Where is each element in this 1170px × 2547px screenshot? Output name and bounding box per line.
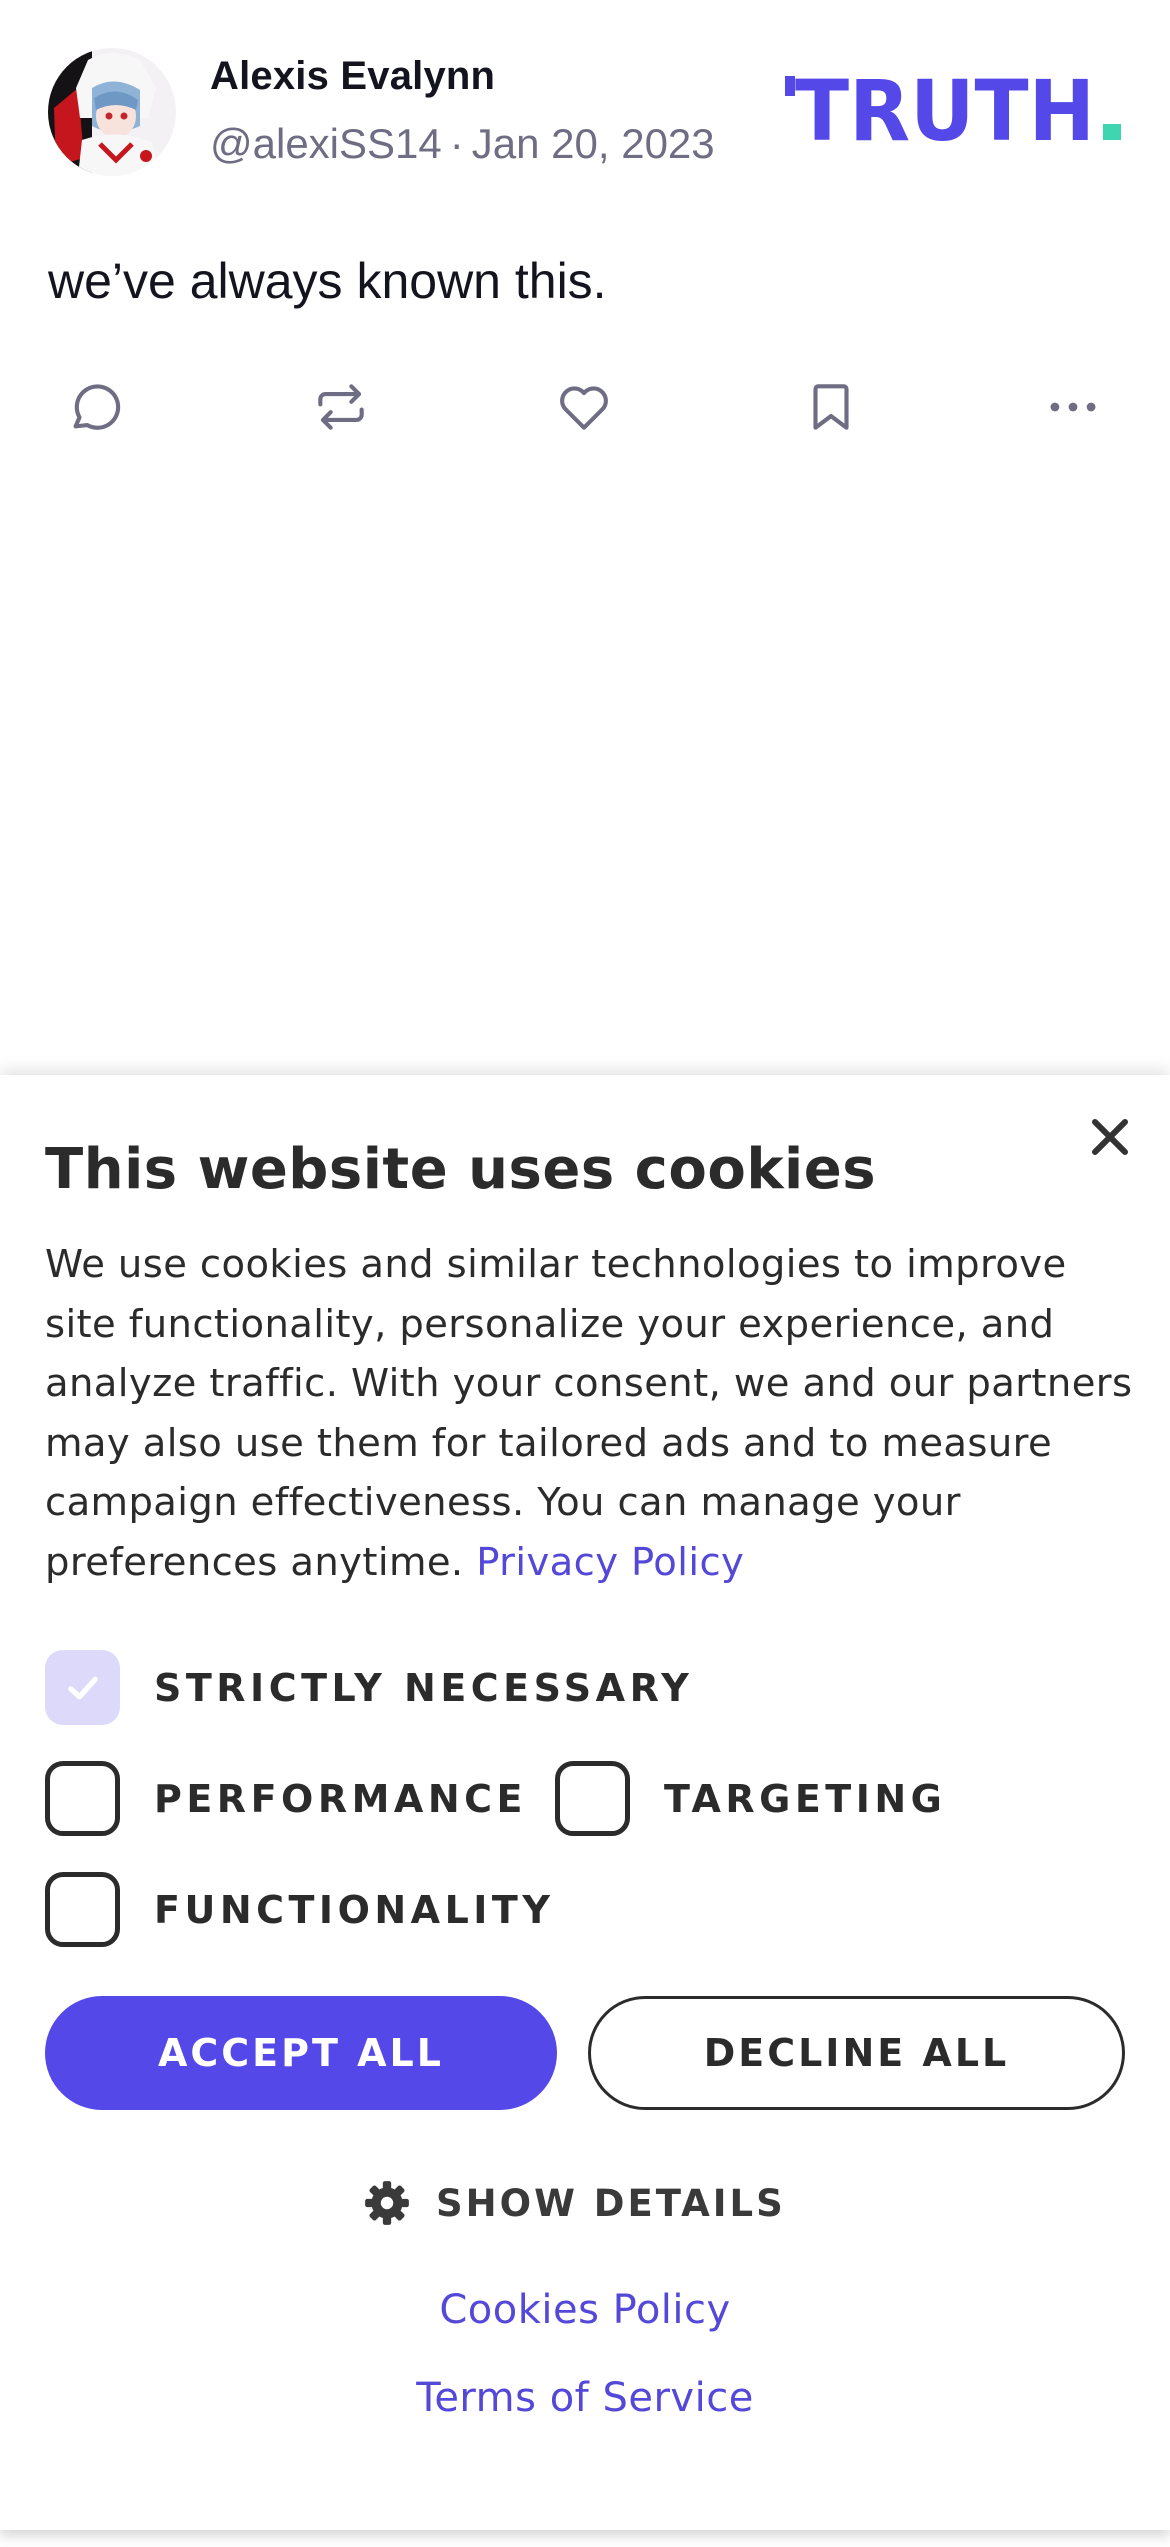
repost-arrows-icon <box>318 384 364 430</box>
post-actions <box>0 372 1170 442</box>
close-icon <box>1092 1119 1128 1155</box>
ellipsis-icon <box>1050 402 1096 412</box>
cookie-consent-banner: This website uses cookies We use cookies… <box>0 1075 1170 2530</box>
logo-wordmark: TRUTH <box>795 72 1095 148</box>
targeting-label: TARGETING <box>664 1776 947 1821</box>
targeting-checkbox[interactable] <box>555 1761 630 1836</box>
bookmark-icon <box>813 384 849 430</box>
decline-all-button[interactable]: DECLINE ALL <box>588 1996 1125 2110</box>
reply-button[interactable] <box>60 372 130 442</box>
more-options-button[interactable] <box>1038 372 1108 442</box>
avatar-image <box>48 48 176 176</box>
accept-all-button[interactable]: ACCEPT ALL <box>45 1996 557 2110</box>
performance-label: PERFORMANCE <box>154 1776 527 1821</box>
repost-button[interactable] <box>306 372 376 442</box>
heart-icon <box>560 386 608 430</box>
post-date[interactable]: Jan 20, 2023 <box>472 120 715 167</box>
author-handle[interactable]: @alexiSS14 <box>210 120 442 167</box>
gear-icon <box>365 2181 409 2225</box>
truth-social-logo: TRUTH <box>785 62 1125 160</box>
strictly-necessary-label: STRICTLY NECESSARY <box>154 1665 694 1710</box>
performance-checkbox[interactable] <box>45 1761 120 1836</box>
close-banner-button[interactable] <box>1086 1113 1134 1161</box>
show-details-label: SHOW DETAILS <box>436 2181 786 2225</box>
meta-separator: · <box>449 120 464 167</box>
option-targeting[interactable]: TARGETING <box>555 1761 946 1836</box>
strictly-necessary-checkbox[interactable] <box>45 1650 120 1725</box>
functionality-checkbox[interactable] <box>45 1872 120 1947</box>
option-strictly-necessary[interactable]: STRICTLY NECESSARY <box>45 1650 693 1725</box>
logo-dot <box>1103 124 1121 140</box>
option-performance[interactable]: PERFORMANCE <box>45 1761 527 1836</box>
option-functionality[interactable]: FUNCTIONALITY <box>45 1872 554 1947</box>
author-avatar[interactable] <box>48 48 176 176</box>
terms-of-service-link[interactable]: Terms of Service <box>0 2375 1170 2421</box>
cookie-description-text: We use cookies and similar technologies … <box>45 1242 1133 1585</box>
logo-tick-mark <box>785 76 795 96</box>
show-details-button[interactable]: SHOW DETAILS <box>362 2175 786 2231</box>
bookmark-button[interactable] <box>796 372 866 442</box>
functionality-label: FUNCTIONALITY <box>154 1887 555 1932</box>
author-name[interactable]: Alexis Evalynn <box>210 54 495 99</box>
post-text: we’ve always known this. <box>48 253 607 309</box>
comment-bubble-icon <box>73 384 121 430</box>
post-card: Alexis Evalynn @alexiSS14 · Jan 20, 2023 T… <box>0 0 1170 1075</box>
cookie-banner-title: This website uses cookies <box>45 1137 877 1202</box>
privacy-policy-link[interactable]: Privacy Policy <box>476 1540 744 1585</box>
author-meta: @alexiSS14 · Jan 20, 2023 <box>210 120 715 168</box>
like-button[interactable] <box>549 372 619 442</box>
cookie-banner-description: We use cookies and similar technologies … <box>45 1235 1135 1592</box>
cookies-policy-link[interactable]: Cookies Policy <box>0 2287 1170 2333</box>
checkmark-icon <box>67 1676 98 1699</box>
